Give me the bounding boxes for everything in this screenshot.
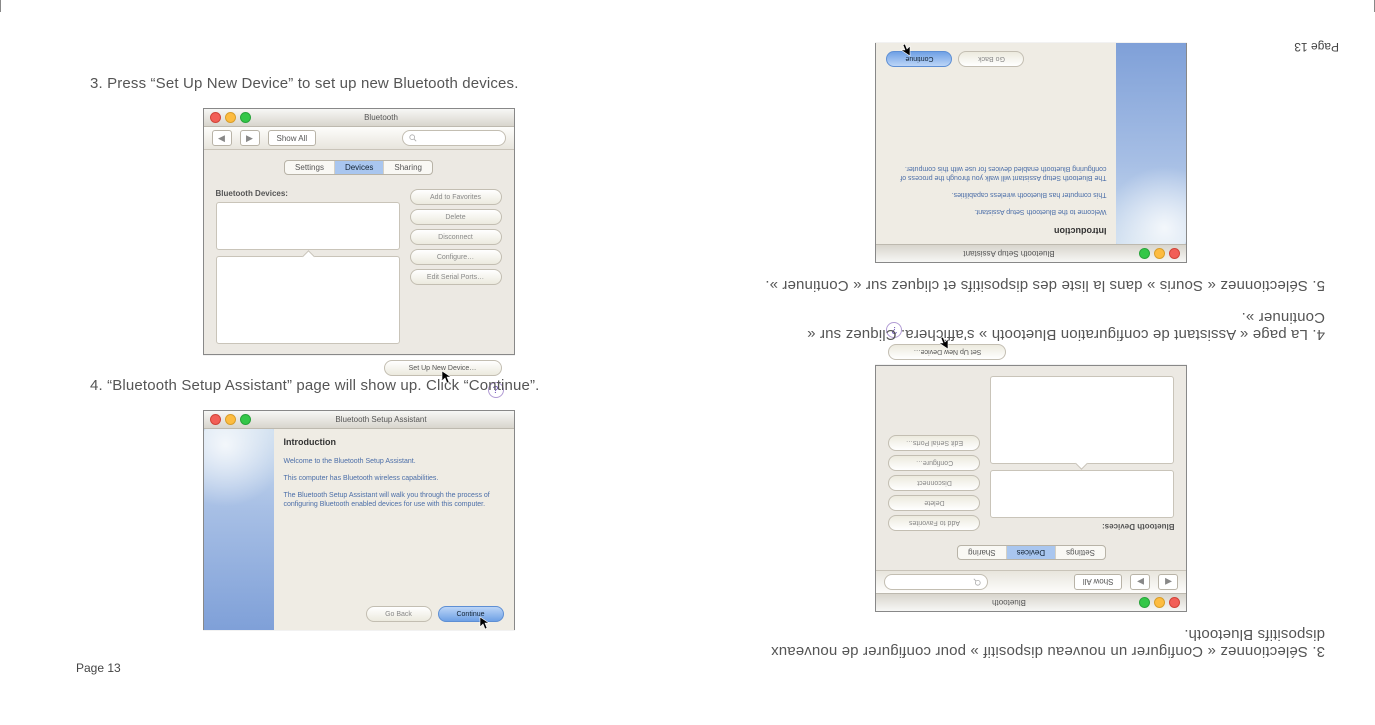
go-back-button[interactable]: Go Back (959, 51, 1025, 67)
screenshot-setup-assistant: Bluetooth Setup Assistant Introduction We… (876, 43, 1188, 263)
minimize-icon[interactable] (225, 112, 236, 123)
zoom-icon[interactable] (240, 414, 251, 425)
assistant-heading: Introduction (284, 437, 504, 447)
page-english: 3. Press “Set Up New Device” to set up n… (0, 0, 687, 725)
cursor-icon (441, 370, 453, 386)
edit-serial-ports-button[interactable]: Edit Serial Ports… (410, 269, 502, 285)
assistant-intro-1: Welcome to the Bluetooth Setup Assistant… (887, 207, 1107, 216)
zoom-icon[interactable] (1140, 248, 1151, 259)
page-french-inverted: 3. Sélectionnez « Configurer un nouveau … (688, 0, 1375, 725)
assistant-intro-2: This computer has Bluetooth wireless cap… (284, 474, 504, 483)
close-icon[interactable] (1170, 248, 1181, 259)
device-detail-list[interactable] (991, 376, 1175, 464)
zoom-icon[interactable] (1140, 597, 1151, 608)
fr-step-5-text: 5. Sélectionnez « Souris » dans la liste… (738, 277, 1325, 294)
step-4-text: 4. “Bluetooth Setup Assistant” page will… (90, 377, 627, 394)
configure-button[interactable]: Configure… (410, 249, 502, 265)
tab-sharing[interactable]: Sharing (384, 161, 432, 174)
step-3-text: 3. Press “Set Up New Device” to set up n… (90, 75, 627, 92)
device-list[interactable] (216, 202, 400, 250)
tab-settings[interactable]: Settings (285, 161, 335, 174)
tab-sharing[interactable]: Sharing (958, 546, 1006, 559)
back-button[interactable]: ◀ (212, 130, 232, 146)
assistant-intro-3: The Bluetooth Setup Assistant will walk … (284, 491, 504, 509)
window-title: Bluetooth (255, 113, 508, 122)
configure-button[interactable]: Configure… (889, 455, 981, 471)
cursor-icon (938, 334, 950, 350)
continue-button[interactable]: Continue (887, 51, 953, 67)
screenshot-bluetooth-prefs: Bluetooth ◀ ▶ Show All Settings Devices … (203, 108, 515, 355)
minimize-icon[interactable] (1155, 597, 1166, 608)
assistant-intro-1: Welcome to the Bluetooth Setup Assistant… (284, 457, 504, 466)
zoom-icon[interactable] (240, 112, 251, 123)
assistant-intro-2: This computer has Bluetooth wireless cap… (887, 190, 1107, 199)
continue-button[interactable]: Continue (438, 606, 504, 622)
assistant-intro-3: The Bluetooth Setup Assistant will walk … (887, 164, 1107, 182)
setup-new-device-button[interactable]: Set Up New Device… (384, 360, 502, 376)
minimize-icon[interactable] (1155, 248, 1166, 259)
screenshot-bluetooth-prefs: Bluetooth ◀ ▶ Show All SettingsDevicesShar… (876, 365, 1188, 612)
devices-label: Bluetooth Devices: (991, 522, 1175, 531)
disconnect-button[interactable]: Disconnect (410, 229, 502, 245)
assistant-sidebar-graphic (1117, 43, 1187, 244)
add-favorites-button[interactable]: Add to Favorites (410, 189, 502, 205)
prefs-toolbar: ◀ ▶ Show All (204, 127, 514, 150)
tab-settings[interactable]: Settings (1055, 546, 1105, 559)
window-titlebar: Bluetooth Setup Assistant (204, 411, 514, 429)
tab-devices[interactable]: Devices (1006, 546, 1055, 559)
screenshot-setup-assistant: Bluetooth Setup Assistant Introduction W… (203, 410, 515, 630)
delete-button[interactable]: Delete (410, 209, 502, 225)
setup-new-device-button[interactable]: Set Up New Device… (889, 344, 1007, 360)
edit-serial-ports-button[interactable]: Edit Serial Ports… (889, 435, 981, 451)
devices-label: Bluetooth Devices: (216, 189, 400, 198)
close-icon[interactable] (210, 414, 221, 425)
window-title: Bluetooth Setup Assistant (255, 415, 508, 424)
forward-button[interactable]: ▶ (240, 130, 260, 146)
search-input[interactable] (885, 574, 989, 590)
add-favorites-button[interactable]: Add to Favorites (889, 515, 981, 531)
close-icon[interactable] (1170, 597, 1181, 608)
cursor-icon (479, 616, 491, 632)
minimize-icon[interactable] (225, 414, 236, 425)
window-title: Bluetooth Setup Assistant (883, 249, 1136, 258)
window-title: Bluetooth (883, 598, 1136, 607)
back-button[interactable]: ◀ (1159, 574, 1179, 590)
forward-button[interactable]: ▶ (1131, 574, 1151, 590)
cursor-icon (900, 41, 912, 57)
window-titlebar: Bluetooth (204, 109, 514, 127)
assistant-sidebar-graphic (204, 429, 274, 630)
device-list[interactable] (991, 470, 1175, 518)
fr-step-4-text: 4. La page « Assistant de configuration … (738, 309, 1325, 343)
close-icon[interactable] (210, 112, 221, 123)
delete-button[interactable]: Delete (889, 495, 981, 511)
tabs-segmented[interactable]: SettingsDevicesSharing (957, 545, 1106, 560)
tabs-segmented[interactable]: Settings Devices Sharing (284, 160, 433, 175)
show-all-button[interactable]: Show All (268, 130, 317, 146)
search-input[interactable] (402, 130, 506, 146)
scanned-manual-spread: 3. Press “Set Up New Device” to set up n… (0, 0, 1375, 725)
fr-step-3-text: 3. Sélectionnez « Configurer un nouveau … (738, 626, 1325, 660)
show-all-button[interactable]: Show All (1074, 574, 1123, 590)
assistant-heading: Introduction (887, 226, 1107, 236)
tab-devices[interactable]: Devices (335, 161, 384, 174)
page-number: Page 13 (1294, 40, 1339, 54)
device-detail-list[interactable] (216, 256, 400, 344)
disconnect-button[interactable]: Disconnect (889, 475, 981, 491)
search-icon (974, 578, 982, 586)
go-back-button[interactable]: Go Back (366, 606, 432, 622)
page-number: Page 13 (76, 661, 121, 675)
search-icon (409, 134, 417, 142)
